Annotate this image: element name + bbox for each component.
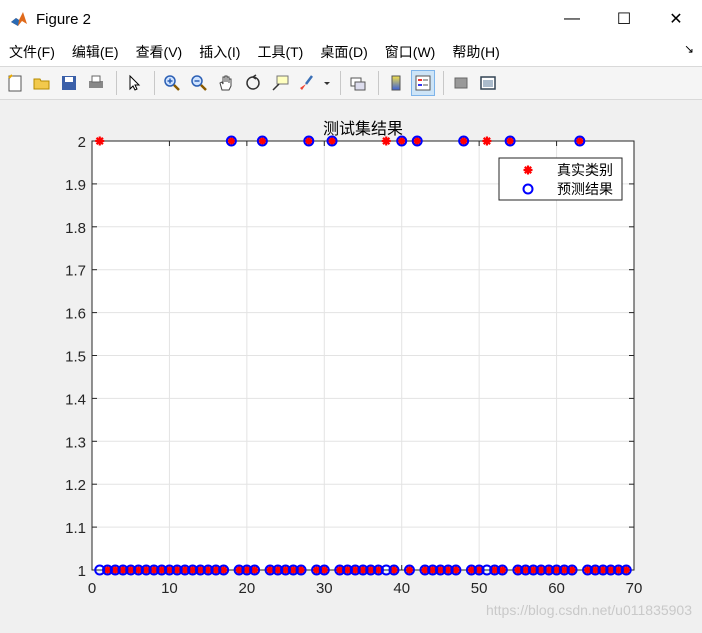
x-tick-label: 70 — [626, 580, 643, 597]
y-tick-label: 1 — [78, 563, 86, 580]
pan-icon[interactable] — [214, 70, 238, 96]
menu-tools[interactable]: 工具(T) — [248, 42, 311, 62]
y-tick-label: 1.3 — [65, 434, 86, 451]
zoom-in-icon[interactable] — [160, 70, 184, 96]
pointer-icon[interactable] — [122, 70, 146, 96]
menu-desktop[interactable]: 桌面(D) — [311, 42, 375, 62]
y-tick-label: 1.6 — [65, 306, 86, 323]
save-icon[interactable] — [57, 70, 81, 96]
y-tick-label: 2 — [78, 134, 86, 151]
legend-icon[interactable] — [411, 70, 435, 96]
matlab-logo-icon — [10, 10, 28, 28]
toolbar-separator — [378, 71, 379, 95]
show-plot-tools-icon[interactable] — [476, 70, 500, 96]
menu-bar: 文件(F) 编辑(E) 查看(V) 插入(I) 工具(T) 桌面(D) 窗口(W… — [0, 38, 702, 66]
brush-icon[interactable] — [295, 70, 319, 96]
chart-title: 测试集结果 — [323, 120, 403, 138]
menu-help[interactable]: 帮助(H) — [443, 42, 507, 62]
x-tick-label: 0 — [88, 580, 96, 597]
toolbar-separator — [116, 71, 117, 95]
toolbar-separator — [154, 71, 155, 95]
menu-insert[interactable]: 插入(I) — [190, 42, 248, 62]
close-button[interactable]: ✕ — [650, 0, 702, 38]
minimize-button[interactable]: — — [546, 0, 598, 38]
menu-view[interactable]: 查看(V) — [127, 42, 191, 62]
rotate-icon[interactable] — [241, 70, 265, 96]
y-tick-label: 1.8 — [65, 220, 86, 237]
x-tick-label: 60 — [548, 580, 565, 597]
menu-edit[interactable]: 编辑(E) — [63, 42, 127, 62]
y-tick-label: 1.5 — [65, 349, 86, 366]
print-icon[interactable] — [84, 70, 108, 96]
data-cursor-icon[interactable] — [268, 70, 292, 96]
data-point-true — [381, 136, 391, 146]
colorbar-icon[interactable] — [384, 70, 408, 96]
window-title: Figure 2 — [36, 10, 92, 28]
legend-label: 预测结果 — [557, 181, 613, 197]
y-tick-label: 1.9 — [65, 177, 86, 194]
dock-arrow-icon[interactable]: ↘ — [684, 42, 694, 56]
maximize-button[interactable]: ☐ — [598, 0, 650, 38]
legend-marker-true — [523, 165, 533, 175]
chevron-down-icon[interactable] — [322, 70, 332, 96]
scatter-chart[interactable]: 0 10 20 30 40 50 60 70 1 1.1 1.2 1.3 1.4 1.5 1.6 1.7 1.8… — [0, 100, 702, 628]
x-tick-label: 10 — [161, 580, 178, 597]
data-point-true — [95, 136, 105, 146]
menu-file[interactable]: 文件(F) — [0, 42, 63, 62]
y-tick-label: 1.7 — [65, 263, 86, 280]
open-file-icon[interactable] — [30, 70, 54, 96]
zoom-out-icon[interactable] — [187, 70, 211, 96]
y-tick-label: 1.2 — [65, 477, 86, 494]
y-tick-label: 1.4 — [65, 391, 86, 408]
legend-label: 真实类别 — [557, 162, 613, 178]
x-tick-label: 50 — [471, 580, 488, 597]
menu-window[interactable]: 窗口(W) — [376, 42, 444, 62]
new-figure-icon[interactable] — [3, 70, 27, 96]
hide-plot-tools-icon[interactable] — [449, 70, 473, 96]
plot-area: 0 10 20 30 40 50 60 70 1 1.1 1.2 1.3 1.4 1.5 1.6 1.7 1.8… — [0, 100, 702, 628]
x-tick-label: 40 — [393, 580, 410, 597]
toolbar-separator — [340, 71, 341, 95]
figure-toolbar — [0, 66, 702, 100]
y-tick-label: 1.1 — [65, 520, 86, 537]
x-tick-label: 20 — [239, 580, 256, 597]
title-bar: Figure 2 — ☐ ✕ — [0, 0, 702, 38]
link-plot-icon[interactable] — [346, 70, 370, 96]
watermark: https://blog.csdn.net/u011835903 — [485, 602, 692, 618]
data-point-true — [482, 136, 492, 146]
window-controls: — ☐ ✕ — [546, 0, 702, 38]
x-tick-label: 30 — [316, 580, 333, 597]
toolbar-separator — [443, 71, 444, 95]
